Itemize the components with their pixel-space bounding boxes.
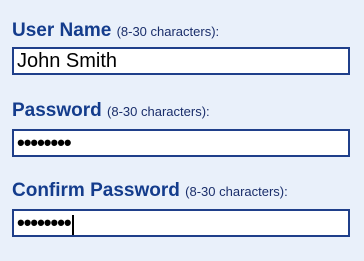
confirm-password-value: •••••••• [17,210,72,235]
login-form: User Name (8-30 characters): John Smith … [0,0,364,261]
confirm-password-input[interactable]: •••••••• [12,209,350,237]
username-field-group: User Name (8-30 characters): John Smith [12,20,362,75]
username-label-row: User Name (8-30 characters): [12,20,362,43]
confirm-password-label-row: Confirm Password (8-30 characters): [12,180,362,203]
password-label-row: Password (8-30 characters): [12,100,362,123]
text-caret [71,214,74,235]
password-field-group: Password (8-30 characters): •••••••• [12,100,362,157]
username-input[interactable]: John Smith [12,47,350,75]
username-value: John Smith [17,50,118,72]
confirm-password-hint: (8-30 characters): [185,184,288,199]
username-label: User Name [12,20,112,41]
confirm-password-label: Confirm Password [12,180,180,201]
password-label: Password [12,100,102,121]
confirm-password-field-group: Confirm Password (8-30 characters): ••••… [12,180,362,237]
password-value: •••••••• [17,130,72,155]
password-hint: (8-30 characters): [107,104,210,119]
username-hint: (8-30 characters): [116,24,220,39]
password-input[interactable]: •••••••• [12,129,350,157]
